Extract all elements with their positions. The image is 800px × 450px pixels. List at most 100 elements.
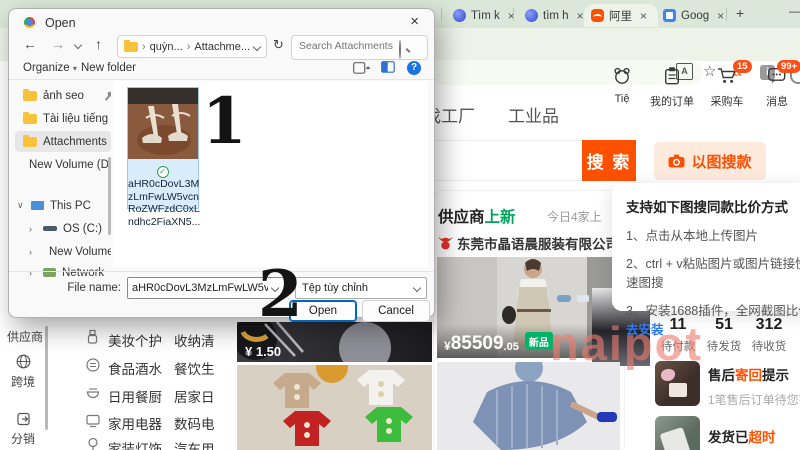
tab-4[interactable]: Goog × [656,4,731,27]
sidebar-label: This PC [50,199,91,212]
product-image-sweaters[interactable] [237,365,432,450]
sidebar-item-os-c[interactable]: › OS (C:) [15,218,111,239]
tree-collapsed-icon[interactable]: › [29,268,37,278]
category-digital[interactable]: 数码电 [174,413,215,433]
sidebar-item-network[interactable]: › Network [15,262,111,283]
file-name-input[interactable] [128,282,272,294]
title-highlight: 寄回 [735,368,762,383]
page-scrollbar[interactable] [45,326,48,430]
sidebar-item-tai-lieu[interactable]: Tài liệu tiếng [15,108,111,129]
search-magnifier-icon [399,40,401,59]
folder-icon [23,134,37,147]
sidebar-item-attachments[interactable]: Attachments [15,131,111,152]
view-mode-icon[interactable] [353,62,371,74]
network-icon [43,268,56,277]
aftersale-card[interactable]: 售后寄回提示 1笔售后订单待您寄回 [708,364,800,408]
sidebar-item-this-pc[interactable]: ∨ This PC [15,195,111,216]
aftersale-title: 售后寄回提示 [708,364,800,384]
sidebar-item-new-volume[interactable]: New Volume (D: [15,154,111,175]
coccoc-favicon [525,9,538,22]
lighting-icon [88,437,98,450]
annotation-step-2: 2 [258,257,303,332]
category-food[interactable]: 食品酒水 [108,358,162,378]
breadcrumb-parent[interactable]: quỳn... [150,41,183,53]
category-appliance[interactable]: 家用电器 [108,413,162,433]
organize-caret-icon: ▾ [72,64,77,73]
heels-thumbnail [128,88,198,159]
recent-locations-chevron[interactable] [73,40,83,50]
breadcrumb-chevron[interactable] [252,42,262,51]
sidebar-scrollbar[interactable] [108,157,111,235]
tree-collapsed-icon[interactable]: › [29,224,37,234]
sidebar-item-new-volume-d[interactable]: › New Volume (D [15,241,111,262]
category-kitchen[interactable]: 日用餐厨 [108,386,162,406]
file-type-select[interactable]: Tệp tùy chỉnh [295,277,427,299]
tab-close-icon[interactable]: × [577,9,584,23]
search-button[interactable]: 搜 索 [582,140,636,181]
dialog-search-box[interactable] [291,35,428,60]
rail-item-supplier[interactable]: 供应商 [7,328,43,345]
tab-label: tìm h [543,9,569,22]
forward-button[interactable]: → [51,36,65,52]
quick-action-my-orders[interactable]: 我的订单 [646,66,698,109]
nav-tab-industrial[interactable]: 工业品 [508,102,559,127]
globe-icon [16,354,31,369]
category-home[interactable]: 居家日 [174,386,215,406]
sidebar-item-anh-seo[interactable]: ảnh seo [15,85,111,106]
camera-icon [668,154,685,168]
beauty-icon [87,329,98,344]
breadcrumb-current[interactable]: Attachme... [194,41,250,53]
category-lighting[interactable]: 家装灯饰 [108,438,162,450]
supplier-row[interactable]: 东莞市晶语晨服装有限公司 [438,233,619,253]
coccoc-favicon [453,9,466,22]
minimize-button[interactable]: — [789,4,800,18]
help-icon[interactable]: ? [407,61,421,75]
rail-item-crossborder[interactable]: 跨境 [11,373,35,390]
selected-check-icon: ✓ [156,166,169,178]
category-auto[interactable]: 汽车用 [174,438,215,450]
tab-2[interactable]: tìm h × [518,4,591,27]
shipment-timeout-card[interactable]: 发货已超时 [708,426,776,446]
sidebar-label: OS (C:) [63,222,102,235]
category-beauty[interactable]: 美妆个护 [108,330,162,350]
folder-icon [124,39,138,52]
organize-menu[interactable]: Organize ▾ [23,62,77,74]
quick-action-utilities[interactable]: Tiệ [596,66,648,105]
category-catering[interactable]: 餐饮生 [174,358,215,378]
price-dec: .05 [503,341,519,353]
tree-collapsed-icon[interactable]: › [29,247,37,257]
back-button[interactable]: ← [23,36,37,52]
rail-item-distribution[interactable]: 分销 [11,430,35,447]
cart-count-badge: 15 [733,60,752,73]
message-count-badge: 99+ [777,60,800,73]
annotation-step-1: 1 [202,84,247,159]
new-folder-button[interactable]: New folder [81,62,136,74]
timeout-title: 发货已超时 [708,426,776,446]
breadcrumb[interactable]: › quỳn... › Attachme... [117,35,267,58]
refresh-button[interactable]: ↻ [273,37,284,53]
dialog-close-button[interactable]: × [405,13,424,30]
title-pre: 发货已 [708,430,749,445]
file-name-lines: ✓aHR0cDovL3M zLmFwLW5vcn RoZWFzdC0xL ndh… [128,164,200,228]
quick-action-label: 采购车 [710,96,744,108]
selected-file[interactable]: ✓aHR0cDovL3M zLmFwLW5vcn RoZWFzdC0xL ndh… [127,87,200,228]
new-tab-button[interactable]: + [736,5,744,21]
category-storage[interactable]: 收纳清 [174,330,215,350]
search-input[interactable] [425,140,582,181]
tab-3-active[interactable]: 阿里 × [584,4,658,27]
tree-expanded-icon[interactable]: ∨ [17,200,25,211]
tab-label: Tìm k [471,9,500,22]
tab-close-icon[interactable]: × [717,9,724,23]
product-image-blue-shirt[interactable] [437,362,620,450]
blue-shirt-photo [437,362,620,450]
image-search-button[interactable]: 以图搜款 [654,142,766,180]
tab-close-icon[interactable]: × [640,9,647,23]
cancel-button[interactable]: Cancel [362,300,430,322]
select-chevron [412,283,422,293]
quick-action-label: Tiệ [614,93,630,105]
dialog-search-input[interactable] [292,36,407,56]
sidebar-label: Attachments [43,135,107,148]
tab-1[interactable]: Tìm k × [446,4,522,27]
up-button[interactable]: ↑ [95,36,102,52]
preview-pane-icon[interactable] [381,61,395,73]
